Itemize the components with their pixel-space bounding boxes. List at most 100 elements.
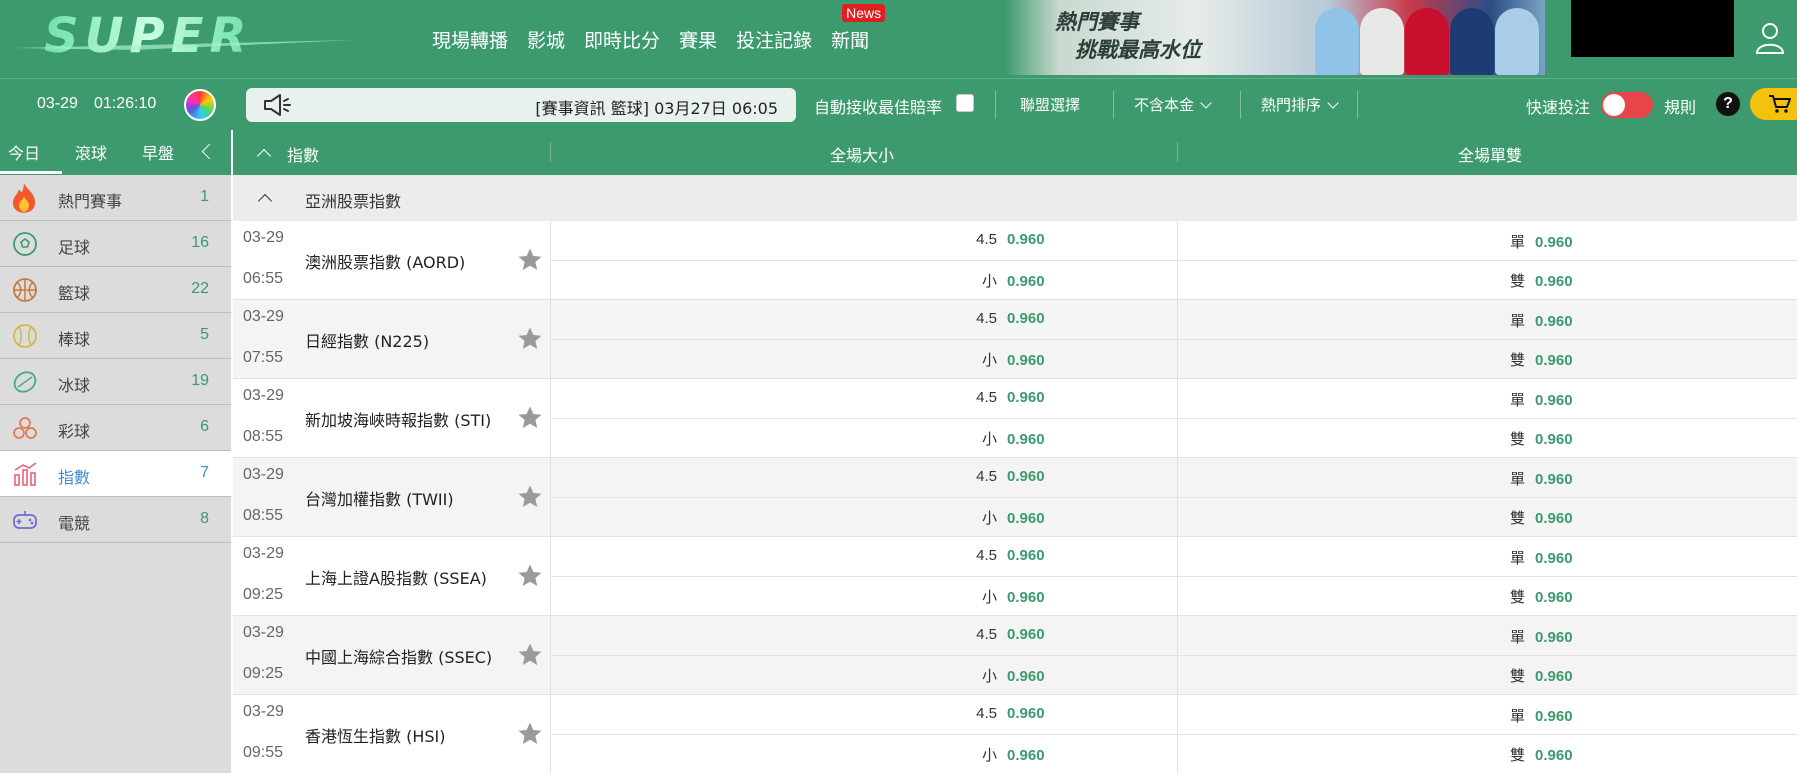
even-odds-cell[interactable]: 雙 0.960: [1501, 586, 1573, 607]
star-favorite-icon[interactable]: [517, 405, 543, 431]
over-odds-cell[interactable]: 4.5 0.960: [973, 626, 1045, 643]
lottery-balls-icon: [13, 417, 37, 439]
sidebar-item-soccer[interactable]: 足球 16: [0, 221, 231, 267]
current-date: 03-29: [37, 95, 78, 112]
news-badge: News: [842, 4, 886, 22]
principal-select[interactable]: 不含本金: [1134, 94, 1212, 115]
match-time: 08:55: [243, 428, 284, 445]
user-icon[interactable]: [1755, 22, 1785, 54]
sidebar-item-baseball[interactable]: 棒球 5: [0, 313, 231, 359]
over-odds: 0.960: [1007, 626, 1045, 643]
even-odds: 0.960: [1535, 668, 1573, 685]
blank-ad-slot: [1571, 0, 1734, 57]
under-odds-cell[interactable]: 小 0.960: [973, 586, 1045, 607]
sidebar-item-count: 5: [200, 326, 209, 343]
league-header[interactable]: 亞洲股票指數: [233, 175, 1797, 221]
match-time: 08:55: [243, 507, 284, 524]
star-favorite-icon[interactable]: [517, 326, 543, 352]
match-date: 03-29: [243, 466, 284, 483]
tab-today[interactable]: 今日: [0, 140, 63, 174]
odd-odds-cell[interactable]: 單 0.960: [1501, 626, 1573, 647]
nav-live-score[interactable]: 即時比分: [584, 26, 660, 53]
rules-link[interactable]: 規則: [1664, 94, 1696, 118]
match-date: 03-29: [243, 545, 284, 562]
nav-news[interactable]: 新聞 News: [831, 4, 886, 53]
even-odds-cell[interactable]: 雙 0.960: [1501, 665, 1573, 686]
star-favorite-icon[interactable]: [517, 642, 543, 668]
star-favorite-icon[interactable]: [517, 563, 543, 589]
odd-odds-cell[interactable]: 單 0.960: [1501, 468, 1573, 489]
sidebar-item-label: 熱門賽事: [58, 192, 123, 211]
under-odds-cell[interactable]: 小 0.960: [973, 744, 1045, 765]
under-odds-cell[interactable]: 小 0.960: [973, 270, 1045, 291]
even-odds-cell[interactable]: 雙 0.960: [1501, 744, 1573, 765]
nav-cinema[interactable]: 影城: [527, 26, 565, 53]
odd-odds: 0.960: [1535, 708, 1573, 725]
even-odds: 0.960: [1535, 352, 1573, 369]
over-odds-cell[interactable]: 4.5 0.960: [973, 310, 1044, 327]
sidebar-item-index[interactable]: 指數 7: [0, 451, 231, 497]
super-logo[interactable]: SUPER: [14, 6, 364, 68]
auto-accept-checkbox[interactable]: [956, 94, 974, 112]
odd-odds-cell[interactable]: 單 0.960: [1501, 310, 1573, 331]
match-name: 台灣加權指數 (TWII): [305, 490, 454, 509]
even-odds-cell[interactable]: 雙 0.960: [1501, 428, 1573, 449]
under-odds-cell[interactable]: 小 0.960: [973, 665, 1045, 686]
nav-bet-history[interactable]: 投注記錄: [736, 26, 812, 53]
chevron-left-icon[interactable]: [201, 143, 218, 160]
under-odds-cell[interactable]: 小 0.960: [973, 507, 1045, 528]
collapse-all-toggle[interactable]: [256, 146, 272, 165]
over-odds-cell[interactable]: 4.5 0.960: [973, 231, 1044, 248]
banner-player-image: [1315, 8, 1359, 75]
sport-sidebar: 今日 滾球 早盤 熱門賽事 1 足球 16 籃球 22 棒球 5 冰球 19 彩…: [0, 130, 231, 773]
odd-odds-cell[interactable]: 單 0.960: [1501, 547, 1573, 568]
odds-table: 指數 全場大小 全場單雙 亞洲股票指數 03-29 06:55 澳洲股票指數 (…: [233, 130, 1797, 773]
even-odds-cell[interactable]: 雙 0.960: [1501, 349, 1573, 370]
sidebar-item-hot-events[interactable]: 熱門賽事 1: [0, 175, 231, 221]
over-odds-cell[interactable]: 4.5 0.960: [973, 468, 1044, 485]
quick-bet-label: 快速投注: [1526, 98, 1591, 117]
soccer-ball-icon: [13, 232, 37, 256]
under-odds: 0.960: [1007, 510, 1045, 527]
nav-results[interactable]: 賽果: [679, 26, 717, 53]
gamepad-icon: [13, 511, 37, 529]
under-label: 小: [981, 352, 997, 369]
table-row: 03-29 09:55 香港恆生指數 (HSI) 4.5 0.960 小 0.960…: [233, 695, 1797, 773]
star-favorite-icon[interactable]: [517, 721, 543, 747]
quick-bet-toggle[interactable]: [1601, 92, 1653, 118]
even-odds: 0.960: [1535, 589, 1573, 606]
theme-color-wheel-icon[interactable]: [184, 89, 216, 121]
help-icon[interactable]: ?: [1716, 92, 1740, 116]
banner-player-image: [1405, 8, 1449, 75]
odd-odds-cell[interactable]: 單 0.960: [1501, 389, 1573, 410]
tab-early[interactable]: 早盤: [142, 140, 174, 164]
sidebar-item-label: 電競: [58, 514, 91, 533]
sort-select[interactable]: 熱門排序: [1261, 94, 1339, 115]
match-name: 香港恆生指數 (HSI): [305, 727, 446, 746]
even-odds-cell[interactable]: 雙 0.960: [1501, 507, 1573, 528]
tab-in-play[interactable]: 滾球: [75, 140, 107, 164]
sidebar-item-lottery[interactable]: 彩球 6: [0, 405, 231, 451]
sidebar-item-basketball[interactable]: 籃球 22: [0, 267, 231, 313]
star-favorite-icon[interactable]: [517, 247, 543, 273]
odd-odds: 0.960: [1535, 629, 1573, 646]
sidebar-item-esports[interactable]: 電競 8: [0, 497, 231, 543]
odd-label: 單: [1509, 629, 1525, 646]
sidebar-item-ice-hockey[interactable]: 冰球 19: [0, 359, 231, 405]
table-row: 03-29 07:55 日經指數 (N225) 4.5 0.960 小 0.960 …: [233, 300, 1797, 379]
odd-odds-cell[interactable]: 單 0.960: [1501, 705, 1573, 726]
star-favorite-icon[interactable]: [517, 484, 543, 510]
under-odds: 0.960: [1007, 273, 1045, 290]
nav-live-stream[interactable]: 現場轉播: [432, 26, 508, 53]
odd-odds-cell[interactable]: 單 0.960: [1501, 231, 1573, 252]
under-odds-cell[interactable]: 小 0.960: [973, 349, 1045, 370]
league-select[interactable]: 聯盟選擇: [1020, 94, 1080, 115]
over-odds-cell[interactable]: 4.5 0.960: [973, 389, 1044, 406]
over-odds-cell[interactable]: 4.5 0.960: [973, 705, 1044, 722]
bet-slip-cart-button[interactable]: [1750, 88, 1797, 120]
over-odds-cell[interactable]: 4.5 0.960: [973, 547, 1044, 564]
under-odds-cell[interactable]: 小 0.960: [973, 428, 1045, 449]
even-odds-cell[interactable]: 雙 0.960: [1501, 270, 1573, 291]
announcement-marquee[interactable]: [賽事資訊 籃球] 03月27日 06:05: [246, 88, 796, 122]
promo-banner[interactable]: 熱門賽事 挑戰最高水位: [1005, 0, 1545, 75]
